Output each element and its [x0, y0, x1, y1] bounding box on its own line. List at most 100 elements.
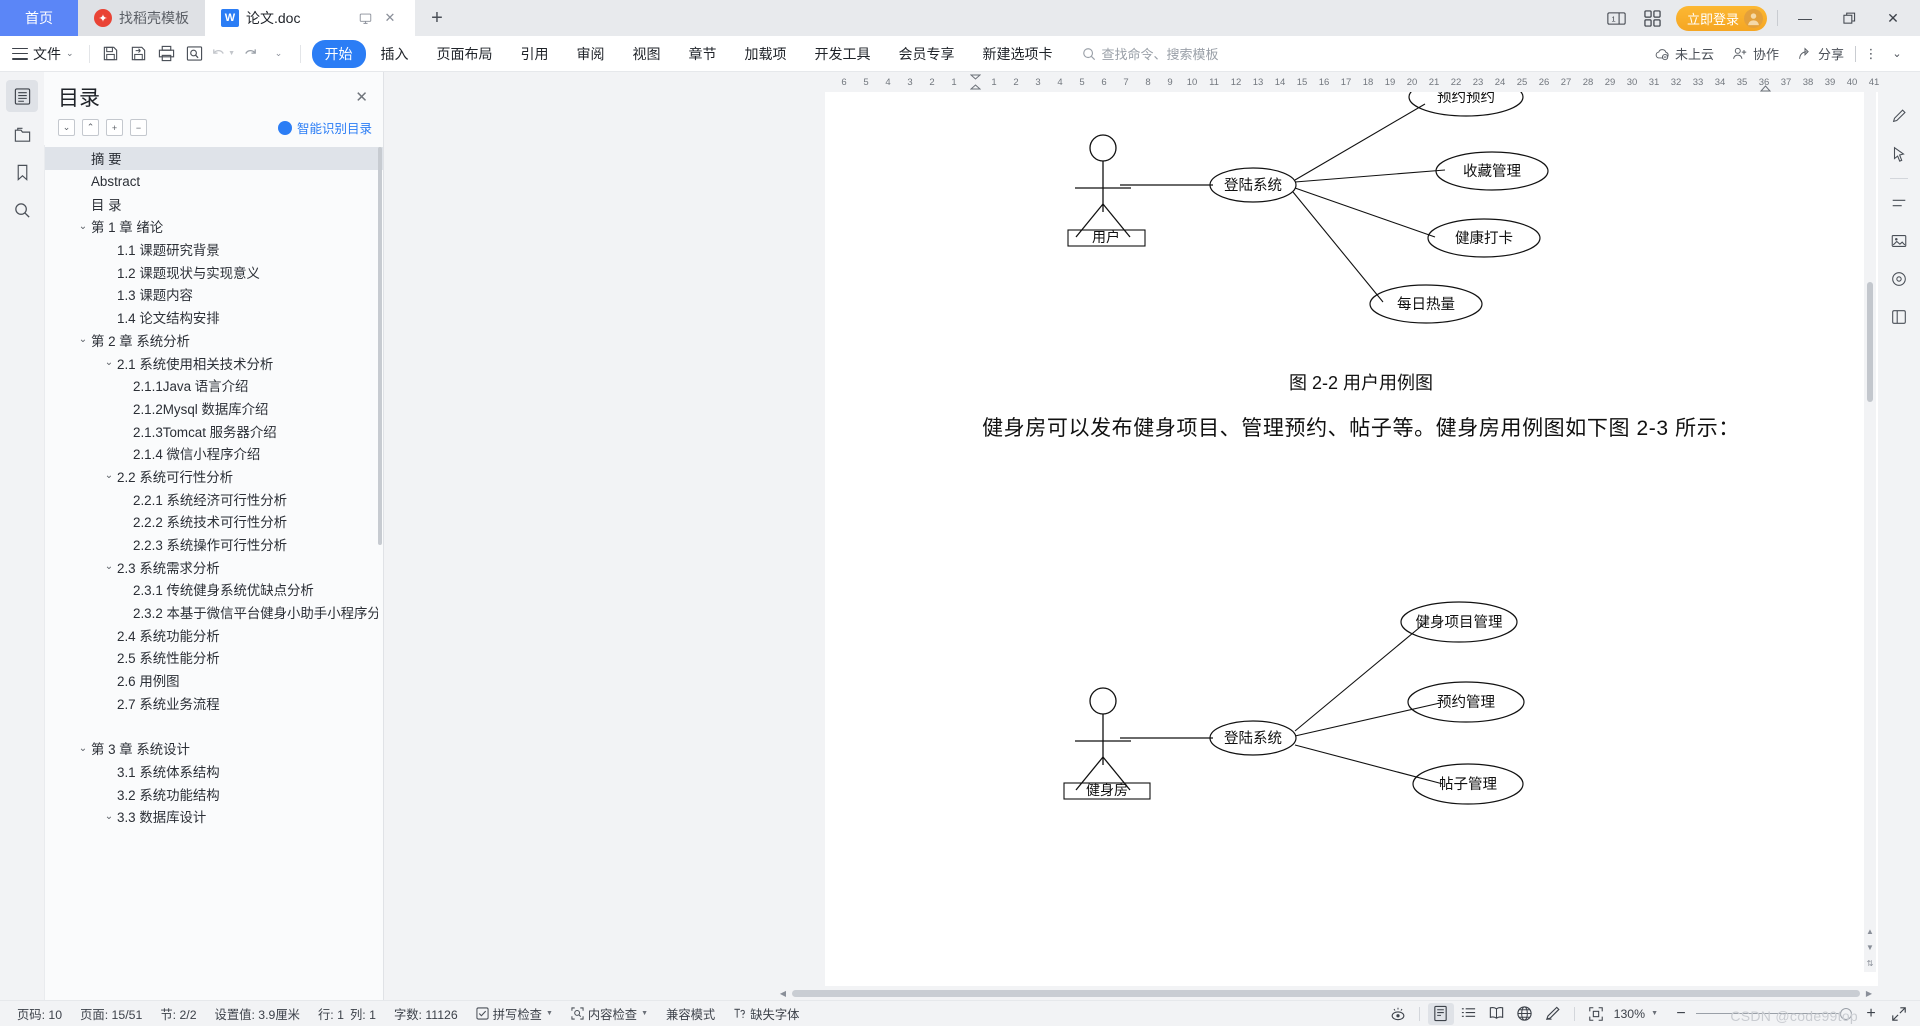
- close-button[interactable]: ✕: [1876, 0, 1910, 36]
- list-item[interactable]: 2.2.3 系统操作可行性分析: [45, 533, 384, 556]
- zoom-out-button[interactable]: −: [1668, 1003, 1694, 1025]
- chevron-down-icon[interactable]: ⌄: [101, 357, 117, 368]
- cloud-status-button[interactable]: 未上云: [1647, 41, 1721, 66]
- image-tool-icon[interactable]: [1885, 227, 1913, 255]
- tab-document[interactable]: W 论文.doc ✕: [205, 0, 415, 36]
- sidebar-item-search[interactable]: [6, 194, 38, 226]
- scroll-next-page-arrow[interactable]: ⇅: [1864, 957, 1876, 970]
- horizontal-ruler[interactable]: 6 5 4 3 2 1 1 2 3 4 5 6 7 8 9 10 11 12 1…: [384, 72, 1920, 92]
- list-item[interactable]: 2.7 系统业务流程: [45, 692, 384, 715]
- status-column[interactable]: 列: 1: [346, 1005, 385, 1023]
- writing-mode-icon[interactable]: [1540, 1003, 1566, 1025]
- ribbon-tab-start[interactable]: 开始: [311, 39, 366, 68]
- list-item[interactable]: 2.1.2Mysql 数据库介绍: [45, 397, 384, 420]
- list-item[interactable]: 1.3 课题内容: [45, 283, 384, 306]
- ribbon-tab-developer[interactable]: 开发工具: [802, 40, 884, 68]
- right-indent-marker[interactable]: [1760, 84, 1771, 92]
- collapse-all-button[interactable]: −: [130, 119, 147, 136]
- list-item[interactable]: 3.2 系统功能结构: [45, 782, 384, 805]
- collapse-up-button[interactable]: ⌃: [82, 119, 99, 136]
- scroll-down-arrow[interactable]: ▼: [1864, 941, 1876, 954]
- ribbon-tab-addins[interactable]: 加载项: [732, 40, 800, 68]
- list-item[interactable]: 2.3.1 传统健身系统优缺点分析: [45, 578, 384, 601]
- app-grid-icon[interactable]: [1640, 7, 1666, 29]
- collaborate-button[interactable]: 协作: [1725, 41, 1786, 66]
- chevron-down-icon[interactable]: ⌄: [75, 334, 91, 345]
- document-vertical-scrollbar[interactable]: ▲ ▼ ⇅: [1864, 92, 1876, 972]
- tab-present-icon[interactable]: [356, 9, 374, 27]
- scroll-up-arrow[interactable]: ▲: [1864, 925, 1876, 938]
- chevron-down-icon[interactable]: ⌄: [101, 561, 117, 572]
- list-item[interactable]: ⌄ 第 1 章 绪论: [45, 215, 384, 238]
- collapse-ribbon-icon[interactable]: ⌄: [1886, 42, 1908, 66]
- status-section[interactable]: 节: 2/2: [151, 1005, 205, 1023]
- chevron-down-icon[interactable]: ⌄: [75, 221, 91, 232]
- split-view-icon[interactable]: 1: [1604, 7, 1630, 29]
- list-item[interactable]: ⌄ 2.3 系统需求分析: [45, 555, 384, 578]
- ribbon-tab-member[interactable]: 会员专享: [886, 40, 968, 68]
- expand-down-button[interactable]: ⌄: [58, 119, 75, 136]
- list-item[interactable]: 3.1 系统体系结构: [45, 760, 384, 783]
- ribbon-tab-new[interactable]: 新建选项卡: [970, 40, 1066, 68]
- pen-edit-icon[interactable]: [1885, 102, 1913, 130]
- customize-quick-access-icon[interactable]: ⌄: [265, 41, 293, 67]
- indent-marker[interactable]: [970, 73, 981, 91]
- list-item[interactable]: 摘 要: [45, 147, 384, 170]
- new-tab-button[interactable]: +: [415, 0, 459, 36]
- missing-font-button[interactable]: 缺失字体: [724, 1005, 808, 1023]
- share-button[interactable]: 分享: [1790, 41, 1851, 66]
- ribbon-tab-page-layout[interactable]: 页面布局: [424, 40, 506, 68]
- list-item[interactable]: Abstract: [45, 170, 384, 193]
- list-item[interactable]: 2.1.1Java 语言介绍: [45, 374, 384, 397]
- list-item[interactable]: 1.1 课题研究背景: [45, 238, 384, 261]
- list-item[interactable]: 2.2.1 系统经济可行性分析: [45, 487, 384, 510]
- save-icon[interactable]: [97, 41, 125, 67]
- minimize-button[interactable]: —: [1788, 0, 1822, 36]
- list-item[interactable]: 2.3.2 本基于微信平台健身小助手小程序分析: [45, 601, 384, 624]
- list-item[interactable]: 2.6 用例图: [45, 669, 384, 692]
- zoom-slider[interactable]: [1696, 1007, 1852, 1020]
- more-options-icon[interactable]: ⋮: [1860, 42, 1882, 66]
- sidebar-item-thumbnail[interactable]: [6, 118, 38, 150]
- web-view-icon[interactable]: [1512, 1003, 1538, 1025]
- fit-page-icon[interactable]: [1583, 1003, 1609, 1025]
- content-check-button[interactable]: 内容检查 ▼: [562, 1005, 657, 1023]
- list-item[interactable]: 目 录: [45, 192, 384, 215]
- chevron-down-icon[interactable]: ▼: [546, 1010, 553, 1017]
- list-item[interactable]: 2.1.3Tomcat 服务器介绍: [45, 419, 384, 442]
- list-item[interactable]: [45, 714, 384, 737]
- status-page-number[interactable]: 页码: 10: [8, 1005, 71, 1023]
- scrollbar-thumb[interactable]: [792, 989, 1860, 997]
- zoom-in-button[interactable]: +: [1858, 1003, 1884, 1025]
- hscroll-track[interactable]: [792, 989, 1860, 997]
- document-page[interactable]: 用户 登陆系统 预约预约 收藏管理 健康打卡 每日热量 图 2-2 用户用例图 …: [825, 92, 1897, 986]
- chevron-down-icon[interactable]: ⌄: [101, 470, 117, 481]
- tab-home[interactable]: 首页: [0, 0, 78, 36]
- list-item[interactable]: ⌄ 第 2 章 系统分析: [45, 329, 384, 352]
- chevron-down-icon[interactable]: ⌄: [101, 811, 117, 822]
- tab-docer-template[interactable]: ✦ 找稻壳模板: [78, 0, 205, 36]
- status-word-count[interactable]: 字数: 11126: [385, 1005, 467, 1023]
- document-canvas[interactable]: 用户 登陆系统 预约预约 收藏管理 健康打卡 每日热量 图 2-2 用户用例图 …: [384, 92, 1920, 986]
- shape-tool-icon[interactable]: [1885, 265, 1913, 293]
- chevron-down-icon[interactable]: ⌄: [75, 743, 91, 754]
- expand-all-button[interactable]: +: [106, 119, 123, 136]
- status-setting-value[interactable]: 设置值: 3.9厘米: [206, 1005, 309, 1023]
- ribbon-tab-references[interactable]: 引用: [508, 40, 562, 68]
- list-item[interactable]: 2.4 系统功能分析: [45, 623, 384, 646]
- print-icon[interactable]: [153, 41, 181, 67]
- command-search[interactable]: 查找命令、搜索模板: [1082, 44, 1219, 63]
- ribbon-tab-section[interactable]: 章节: [676, 40, 730, 68]
- ribbon-tab-view[interactable]: 视图: [620, 40, 674, 68]
- smart-toc-button[interactable]: 智能识别目录: [277, 118, 372, 137]
- scroll-right-arrow[interactable]: ▶: [1862, 986, 1876, 1000]
- cursor-select-icon[interactable]: [1885, 140, 1913, 168]
- toc-scrollbar-thumb[interactable]: [378, 147, 382, 545]
- list-item[interactable]: 2.5 系统性能分析: [45, 646, 384, 669]
- list-item[interactable]: ⌄ 2.2 系统可行性分析: [45, 465, 384, 488]
- file-menu-button[interactable]: 文件 ⌄: [8, 44, 82, 64]
- scroll-left-arrow[interactable]: ◀: [776, 986, 790, 1000]
- undo-icon[interactable]: ▼: [209, 41, 237, 67]
- line-tool-icon[interactable]: [1885, 189, 1913, 217]
- toc-list[interactable]: 摘 要 Abstract 目 录 ⌄ 第 1 章 绪论 1.1 课题研究背景 1.…: [44, 145, 384, 1000]
